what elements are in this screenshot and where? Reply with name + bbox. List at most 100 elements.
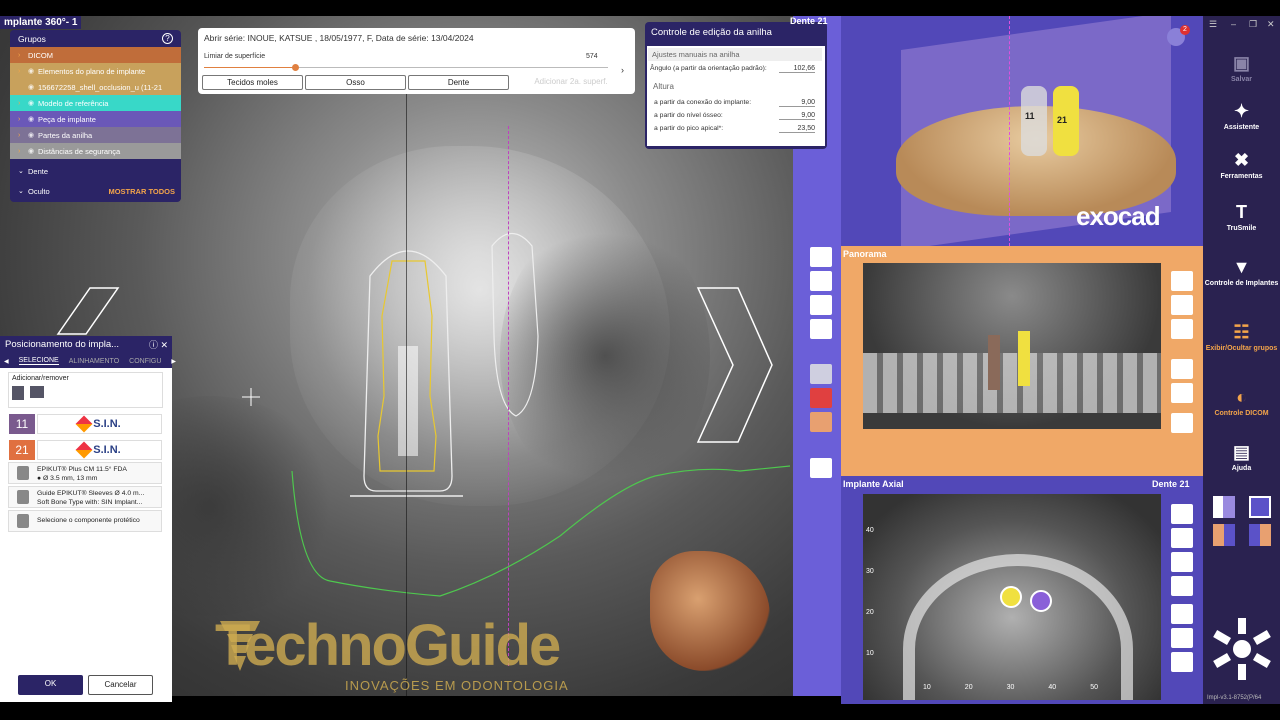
measure-icon[interactable] — [1171, 576, 1193, 596]
chevron-right-icon[interactable]: › — [18, 116, 28, 123]
list-icon[interactable] — [1171, 504, 1193, 524]
add-surface-button[interactable]: Adicionar 2a. superf. — [512, 75, 630, 90]
skull-icon[interactable] — [1171, 413, 1193, 433]
eye-icon[interactable]: ◉ — [28, 147, 38, 155]
measure-icon[interactable] — [810, 319, 832, 339]
tooth-number-21[interactable]: 21 — [9, 440, 35, 460]
prosthetic-item[interactable]: Selecione o componente protético — [8, 510, 162, 532]
brand-sin-21[interactable]: S.I.N. — [37, 440, 162, 460]
eye-icon[interactable]: ◉ — [28, 99, 38, 107]
assistant-button[interactable]: ✦ Assistente — [1203, 100, 1280, 131]
rotation-control-icon[interactable] — [1209, 616, 1275, 682]
view-bone-icon[interactable] — [1171, 383, 1193, 403]
chevron-right-icon[interactable]: › — [18, 52, 28, 59]
help-icon[interactable]: ? — [162, 33, 173, 44]
implant-11-3d — [1021, 86, 1047, 156]
axial-view[interactable]: Implante Axial Dente 21 40 30 20 10 10 2… — [841, 476, 1203, 704]
sleeve-item[interactable]: Guide EPIKUT® Sleeves Ø 4.0 m... Soft Bon… — [8, 486, 162, 508]
app-window: TechnoGuide INOVAÇÕES EM ODONTOLOGIA mpl… — [0, 0, 1280, 720]
layout-icon[interactable] — [810, 271, 832, 291]
threshold-slider-thumb[interactable] — [291, 64, 299, 71]
view-skin-icon[interactable] — [1171, 628, 1193, 648]
screenshot-icon[interactable] — [1171, 552, 1193, 572]
chevron-right-icon[interactable]: › — [18, 100, 28, 107]
tooth-button[interactable]: Dente — [408, 75, 509, 90]
show-all-button[interactable]: MOSTRAR TODOS — [108, 187, 175, 196]
list-icon[interactable] — [1171, 271, 1193, 291]
chevron-right-icon[interactable]: › — [18, 68, 28, 75]
panorama-view[interactable]: Panorama — [841, 246, 1203, 476]
x-tick: 40 — [1048, 684, 1057, 691]
help-button[interactable]: ▤ Ajuda — [1203, 441, 1280, 472]
dicom-control-button[interactable]: ◐ Controle DICOM — [1203, 386, 1280, 417]
layout-icon[interactable] — [1171, 528, 1193, 548]
view-skin-icon[interactable] — [810, 412, 832, 432]
tab-config[interactable]: CONFIGU — [129, 358, 161, 365]
view-teeth-icon[interactable] — [1171, 604, 1193, 624]
view-teeth-icon[interactable] — [1171, 359, 1193, 379]
cancel-button[interactable]: Cancelar — [88, 675, 153, 695]
trusmile-button[interactable]: T TruSmile — [1203, 201, 1280, 232]
eye-icon[interactable]: ◉ — [28, 131, 38, 139]
layout-single-icon[interactable] — [1249, 496, 1271, 518]
add-implant-icon[interactable] — [12, 386, 24, 400]
height-connection-field[interactable]: 9,00 — [779, 99, 815, 107]
group-row-safety-distances[interactable]: › ◉ Distâncias de segurança — [10, 143, 181, 159]
height-bone-field[interactable]: 9,00 — [779, 112, 815, 120]
toggle-groups-button[interactable]: ☷ Exibir/Ocultar grupos — [1203, 321, 1280, 352]
tools-button[interactable]: ✖ Ferramentas — [1203, 149, 1280, 180]
groups-panel: Grupos ? › DICOM › ◉ Elementos do plano de … — [10, 30, 181, 202]
restore-icon[interactable]: ❐ — [1249, 19, 1257, 30]
close-icon[interactable]: ✕ — [1267, 19, 1275, 30]
chevron-down-icon[interactable]: ⌄ — [18, 187, 28, 195]
chevron-right-icon[interactable]: › — [621, 65, 624, 75]
chevron-right-icon[interactable]: ▶ — [171, 358, 176, 365]
group-row-implant-piece[interactable]: › ◉ Peça de implante — [10, 111, 181, 127]
tab-alignment[interactable]: ALINHAMENTO — [69, 358, 119, 365]
view-red-icon[interactable] — [810, 388, 832, 408]
chevron-down-icon[interactable]: ⌄ — [18, 167, 28, 175]
screenshot-icon[interactable] — [1171, 319, 1193, 339]
group-row-tooth[interactable]: ⌄ Dente — [10, 163, 181, 179]
implant-control-button[interactable]: ▼ Controle de Implantes — [1203, 256, 1280, 287]
screenshot-icon[interactable] — [810, 295, 832, 315]
bone-button[interactable]: Osso — [305, 75, 406, 90]
group-row-elements[interactable]: › ◉ Elementos do plano de implante — [10, 63, 181, 79]
chevron-left-icon[interactable]: ◀ — [4, 358, 9, 365]
neighbor-implant-outline — [491, 232, 539, 417]
group-row-reference-model[interactable]: › ◉ Modelo de referência — [10, 95, 181, 111]
skull-icon[interactable] — [1171, 652, 1193, 672]
menu-icon[interactable]: ☰ — [1209, 19, 1217, 30]
height-apical-field[interactable]: 23,50 — [779, 125, 815, 133]
group-row-dicom[interactable]: › DICOM — [10, 47, 181, 63]
tab-select[interactable]: SELECIONE — [18, 357, 59, 365]
group-row-shell[interactable]: ◉ 156672258_shell_occlusion_u (11-21 — [10, 79, 181, 95]
group-row-hidden[interactable]: ⌄ Oculto MOSTRAR TODOS — [10, 183, 181, 199]
angle-field[interactable]: 102,66 — [779, 65, 815, 73]
group-row-ring-parts[interactable]: › ◉ Partes da anilha — [10, 127, 181, 143]
skull-icon[interactable] — [810, 458, 832, 478]
help-close-icons[interactable]: ⓘ ✕ — [149, 336, 168, 354]
layout-alt-icon[interactable] — [1249, 524, 1271, 546]
tooth-number-11[interactable]: 11 — [9, 414, 35, 434]
ring-panel-subtitle[interactable]: Ajustes manuais na anilha — [648, 48, 822, 61]
chevron-right-icon[interactable]: › — [18, 148, 28, 155]
remove-implant-icon[interactable] — [30, 386, 44, 398]
layout-icon[interactable] — [1171, 295, 1193, 315]
layout-split-icon[interactable] — [1213, 496, 1235, 518]
minimize-icon[interactable]: – — [1231, 19, 1236, 29]
view-3d[interactable]: 11 21 exocad 2 — [841, 16, 1203, 246]
view-teeth-icon[interactable] — [810, 364, 832, 384]
eye-icon[interactable]: ◉ — [28, 115, 38, 123]
eye-icon[interactable]: ◉ — [28, 67, 38, 75]
layout-quad-icon[interactable] — [1213, 524, 1235, 546]
implant-item[interactable]: EPIKUT® Plus CM 11.5° FDA ● Ø 3.5 mm, 13 … — [8, 462, 162, 484]
ok-button[interactable]: OK — [18, 675, 83, 695]
save-button[interactable]: ▣ Salvar — [1203, 52, 1280, 83]
brand-sin-11[interactable]: S.I.N. — [37, 414, 162, 434]
eye-icon[interactable]: ◉ — [28, 83, 38, 91]
list-icon[interactable] — [810, 247, 832, 267]
chevron-right-icon[interactable]: › — [18, 132, 28, 139]
y-tick: 30 — [866, 568, 874, 575]
soft-tissue-button[interactable]: Tecidos moles — [202, 75, 303, 90]
